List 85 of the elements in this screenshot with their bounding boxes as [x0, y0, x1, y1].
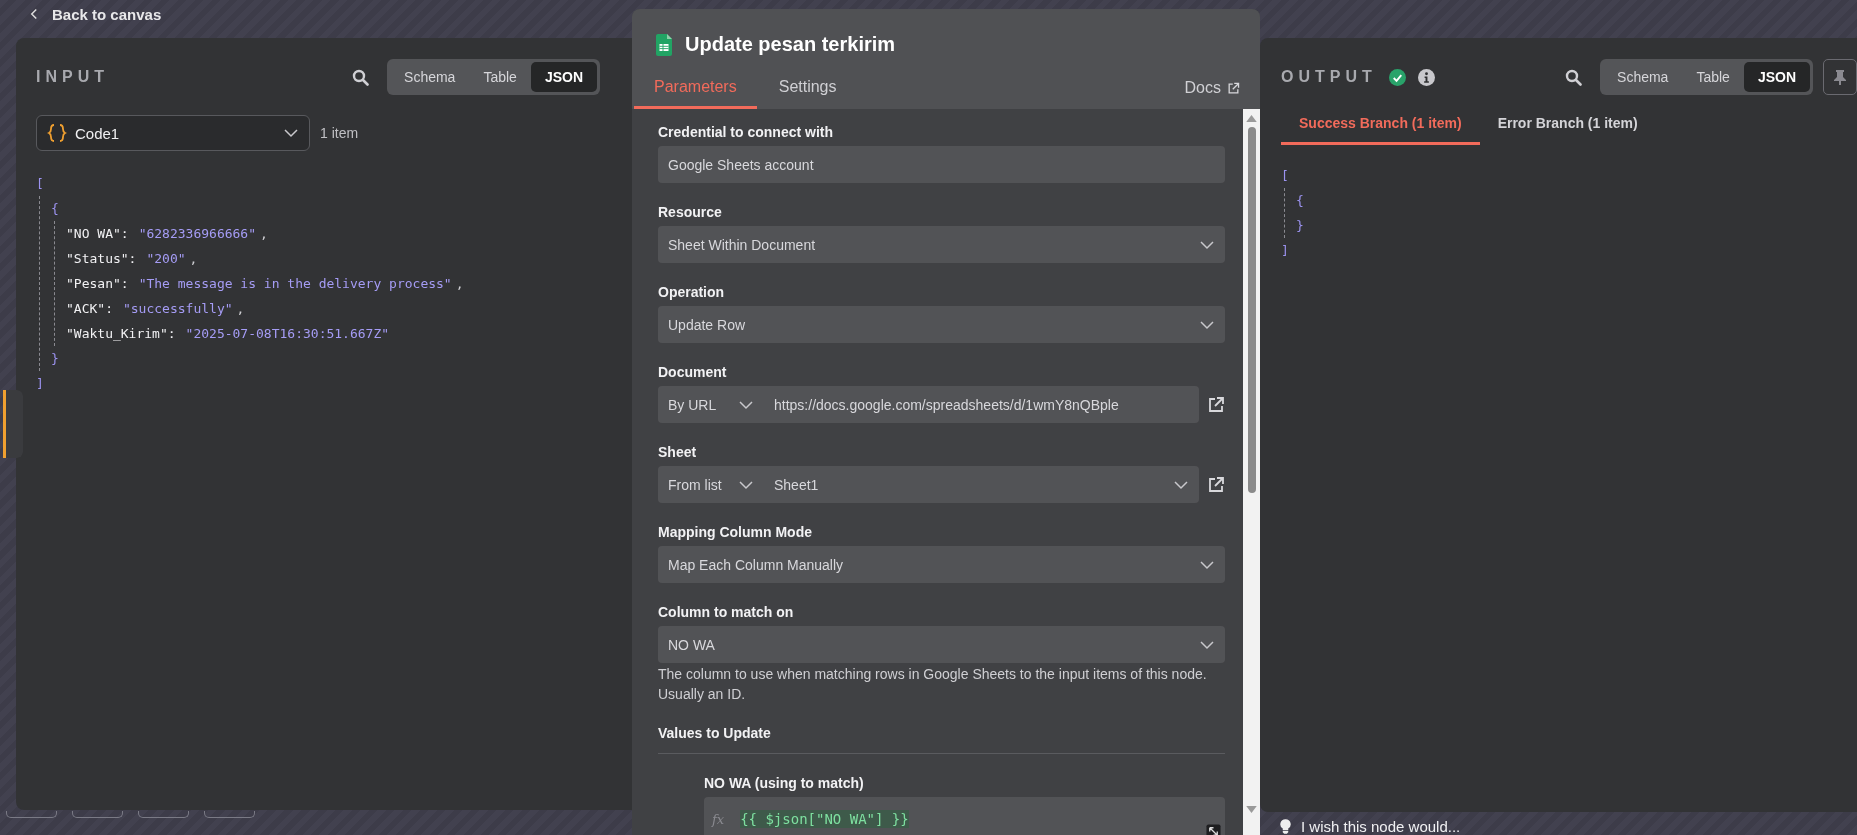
json-key: "ACK": — [66, 301, 113, 316]
json-key: "Pesan": — [66, 276, 129, 291]
panel-title: OUTPUT — [1281, 68, 1377, 86]
node-title: Update pesan terkirim — [685, 33, 896, 56]
view-tab[interactable]: Table — [1682, 62, 1744, 92]
json-bracket: ] — [1281, 242, 1289, 260]
panel-handle[interactable] — [0, 390, 23, 458]
sheet-file-icon — [656, 33, 672, 56]
canvas-control-button[interactable] — [204, 811, 255, 818]
field-label: NO WA (using to match) — [704, 774, 865, 792]
input-field[interactable]: https://docs.google.com/spreadsheets/d/1wmY8nQBple — [764, 396, 1199, 413]
item-count: 1 item — [320, 125, 359, 141]
json-comma: , — [189, 251, 198, 266]
json-bracket: } — [1296, 217, 1304, 235]
json-value: "2025-07-08T16:30:51.667Z" — [185, 326, 390, 341]
pin-button[interactable] — [1823, 59, 1857, 95]
expression-field[interactable]: fx {{ $json["NO WA"] }} — [704, 797, 1225, 835]
select-field[interactable]: Sheet1 — [764, 476, 1199, 493]
json-value: "The message is in the delivery process" — [138, 276, 452, 291]
field-label: Operation — [658, 283, 726, 301]
feedback-link[interactable]: I wish this node would... — [1280, 818, 1857, 835]
view-tab[interactable]: Schema — [390, 62, 470, 92]
json-comma: , — [236, 301, 245, 316]
json-bracket: } — [51, 350, 59, 368]
branch-tab[interactable]: Error Branch (1 item) — [1479, 105, 1656, 145]
input-field[interactable]: Google Sheets account — [658, 146, 1225, 183]
check-circle-icon — [1388, 68, 1406, 86]
mode-select[interactable]: From list — [658, 476, 764, 493]
canvas-control-button[interactable] — [6, 811, 57, 818]
scroll-up-icon[interactable] — [1246, 115, 1257, 122]
json-value: "6282336966666" — [138, 226, 257, 241]
select-field[interactable]: Sheet Within Document — [658, 226, 1225, 263]
pin-icon — [1832, 69, 1848, 85]
select-field[interactable]: Map Each Column Manually — [658, 546, 1225, 583]
lightbulb-icon — [1280, 819, 1291, 834]
json-key: "Status": — [66, 251, 137, 266]
settings-tab[interactable]: Settings — [758, 72, 857, 109]
expand-icon[interactable] — [1206, 824, 1221, 835]
view-tab[interactable]: Schema — [1603, 62, 1683, 92]
scrollbar-thumb[interactable] — [1247, 127, 1256, 493]
view-tab[interactable]: Table — [469, 62, 531, 92]
json-bracket: ] — [36, 375, 44, 393]
field-label: Document — [658, 363, 728, 381]
json-bracket: [ — [36, 175, 44, 193]
node-name: Code1 — [75, 124, 120, 142]
json-bracket: { — [51, 200, 59, 218]
view-tab[interactable]: JSON — [1743, 62, 1810, 92]
json-comma: , — [260, 226, 268, 241]
chevron-left-icon — [30, 8, 38, 20]
info-icon — [1417, 68, 1435, 86]
external-link-icon — [1227, 81, 1240, 95]
external-link-icon[interactable] — [1207, 475, 1225, 494]
field-label: Credential to connect with — [658, 123, 834, 141]
docs-link[interactable]: Docs — [1184, 79, 1240, 109]
json-key: "NO WA": — [66, 226, 129, 241]
canvas-control-button[interactable] — [72, 811, 123, 818]
fx-label: fx — [712, 811, 725, 827]
json-key: "Waktu_Kirim": — [66, 326, 176, 341]
json-bracket: { — [1296, 192, 1304, 210]
canvas-control-button[interactable] — [138, 811, 189, 818]
expression-text: {{ $json["NO WA"] }} — [740, 810, 909, 828]
json-value: "successfully" — [122, 301, 233, 316]
field-label: Sheet — [658, 443, 698, 461]
field-hint: The column to use when matching rows in Google Sheets to the input items of this node. Usually an ID. — [658, 665, 1208, 704]
branch-tab[interactable]: Success Branch (1 item) — [1281, 105, 1480, 145]
select-field[interactable]: Update Row — [658, 306, 1225, 343]
scrollbar[interactable] — [1243, 109, 1260, 835]
search-icon[interactable] — [352, 68, 370, 86]
field-label: Mapping Column Mode — [658, 523, 813, 541]
search-icon[interactable] — [1565, 68, 1583, 86]
node-select[interactable]: Code1 — [36, 115, 310, 151]
panel-title: INPUT — [36, 68, 109, 86]
json-value: "200" — [146, 251, 186, 266]
select-field[interactable]: NO WA — [658, 626, 1225, 663]
external-link-icon[interactable] — [1207, 395, 1225, 414]
json-comma: , — [455, 276, 464, 291]
section-heading: Values to Update — [658, 724, 1225, 754]
back-to-canvas-link[interactable]: Back to canvas — [30, 4, 162, 24]
field-label: Column to match on — [658, 603, 795, 621]
braces-icon — [47, 123, 67, 143]
field-label: Resource — [658, 203, 723, 221]
json-bracket: [ — [1281, 167, 1289, 185]
view-tab[interactable]: JSON — [530, 62, 597, 92]
scroll-down-icon[interactable] — [1246, 806, 1257, 813]
mode-select[interactable]: By URL — [658, 396, 764, 413]
